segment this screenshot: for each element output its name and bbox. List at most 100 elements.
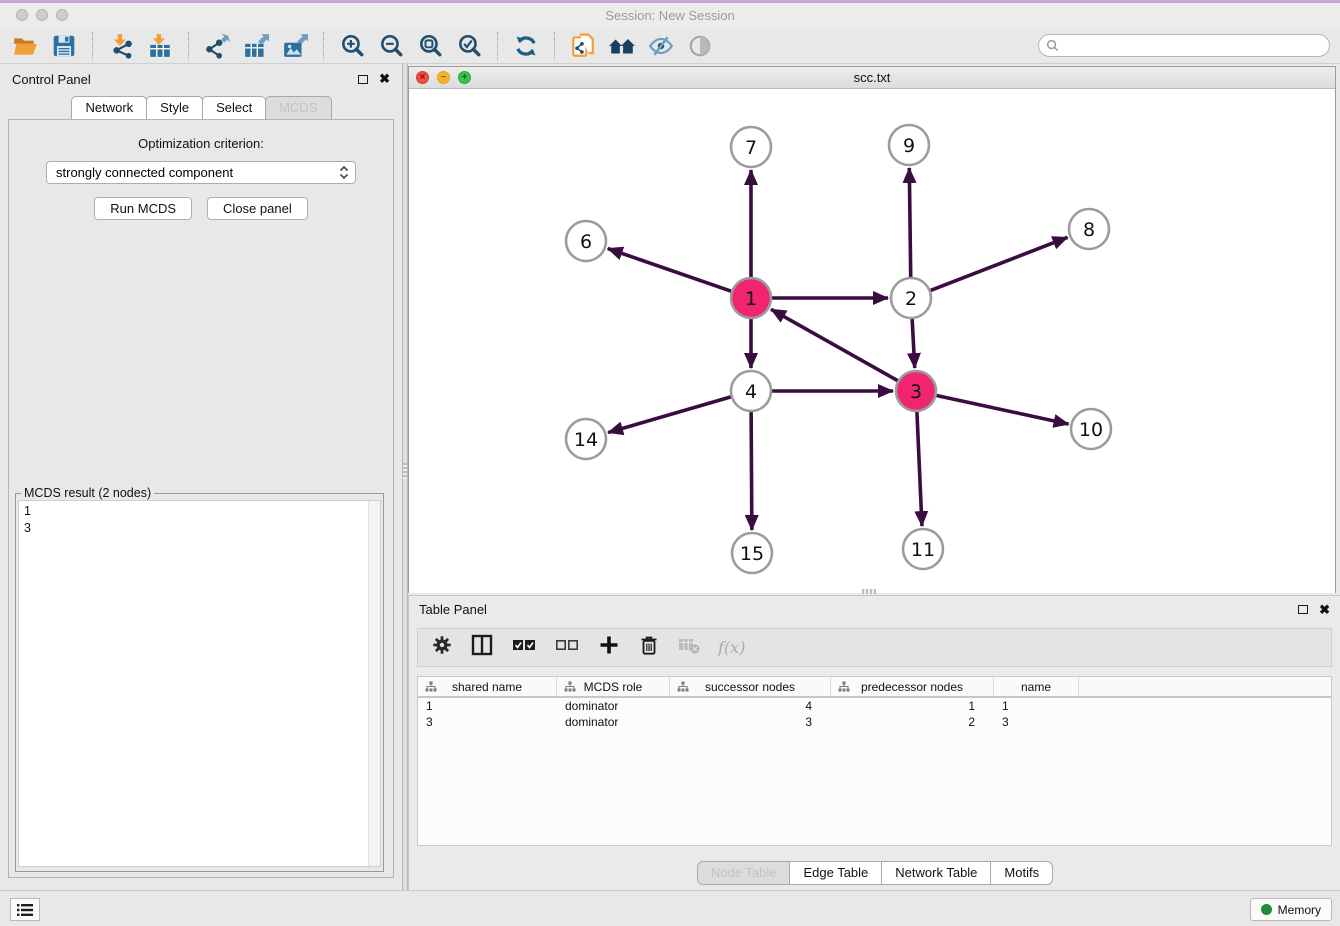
zoom-in-button[interactable]	[337, 31, 367, 61]
edge-4-14[interactable]	[608, 397, 731, 433]
node-6[interactable]: 6	[566, 221, 606, 261]
memory-button[interactable]: Memory	[1250, 898, 1332, 921]
node-7[interactable]: 7	[731, 127, 771, 167]
cell-successor-nodes[interactable]: 3	[670, 715, 831, 729]
close-panel-icon[interactable]: ✖	[1319, 605, 1330, 615]
tab-node-table[interactable]: Node Table	[697, 861, 791, 885]
edge-3-11[interactable]	[917, 412, 922, 526]
zoom-selected-button[interactable]	[454, 31, 484, 61]
node-10[interactable]: 10	[1071, 409, 1111, 449]
network-canvas[interactable]: 1 2 3 4 6 7 8 9 10 11 14 15	[409, 89, 1335, 593]
zoom-out-button[interactable]	[376, 31, 406, 61]
run-mcds-button[interactable]: Run MCDS	[94, 197, 192, 220]
cell-predecessor-nodes[interactable]: 2	[831, 715, 994, 729]
column-header-name[interactable]: name	[994, 677, 1079, 696]
table-settings-button[interactable]	[431, 634, 453, 661]
column-header-successor-nodes[interactable]: successor nodes	[670, 677, 831, 696]
node-2[interactable]: 2	[891, 278, 931, 318]
minimize-window-button[interactable]	[36, 9, 48, 21]
delete-column-button[interactable]	[638, 633, 660, 662]
node-9[interactable]: 9	[889, 125, 929, 165]
show-all-button[interactable]	[685, 31, 715, 61]
network-graph[interactable]: 1 2 3 4 6 7 8 9 10 11 14 15	[409, 89, 1335, 593]
node-14[interactable]: 14	[566, 419, 606, 459]
node-15[interactable]: 15	[732, 533, 772, 573]
optimization-criterion-select[interactable]: strongly connected component	[46, 161, 356, 184]
window-title: Session: New Session	[0, 3, 1340, 28]
deselect-all-rows-button[interactable]	[554, 635, 580, 660]
edge-2-3[interactable]	[912, 319, 915, 368]
import-network-icon	[108, 33, 134, 59]
table-row[interactable]: 1dominator411	[418, 698, 1331, 714]
export-network-button[interactable]	[202, 31, 232, 61]
export-image-button[interactable]	[280, 31, 310, 61]
window-traffic-lights[interactable]	[16, 9, 68, 21]
node-table[interactable]: shared nameMCDS rolesuccessor nodesprede…	[417, 676, 1332, 846]
cell-MCDS-role[interactable]: dominator	[557, 715, 670, 729]
float-panel-icon[interactable]	[358, 75, 368, 84]
cell-shared-name[interactable]: 1	[418, 699, 557, 713]
tab-select[interactable]: Select	[202, 96, 266, 120]
node-4[interactable]: 4	[731, 371, 771, 411]
new-network-from-selection-button[interactable]	[568, 31, 598, 61]
import-network-button[interactable]	[106, 31, 136, 61]
mcds-result-text[interactable]: 1 3	[18, 500, 381, 867]
tab-motifs[interactable]: Motifs	[990, 861, 1053, 885]
float-panel-icon[interactable]	[1298, 605, 1308, 614]
result-scrollbar[interactable]	[368, 501, 380, 866]
node-label: 6	[580, 231, 592, 253]
close-panel-icon[interactable]: ✖	[379, 74, 390, 84]
memory-status-dot	[1261, 904, 1272, 915]
edge-2-8[interactable]	[931, 237, 1068, 290]
zoom-network-button[interactable]: +	[458, 71, 471, 84]
close-window-button[interactable]	[16, 9, 28, 21]
open-file-button[interactable]	[10, 31, 40, 61]
search-input[interactable]	[1064, 39, 1322, 53]
node-11[interactable]: 11	[903, 529, 943, 569]
task-history-button[interactable]	[10, 898, 40, 921]
search-box[interactable]	[1038, 34, 1330, 57]
save-session-button[interactable]	[49, 31, 79, 61]
close-panel-button[interactable]: Close panel	[207, 197, 308, 220]
cell-MCDS-role[interactable]: dominator	[557, 699, 670, 713]
add-column-button[interactable]	[597, 633, 621, 662]
node-1[interactable]: 1	[731, 278, 771, 318]
column-header-MCDS-role[interactable]: MCDS role	[557, 677, 670, 696]
edge-2-9[interactable]	[909, 168, 910, 277]
tab-network-table[interactable]: Network Table	[881, 861, 991, 885]
edge-3-1[interactable]	[771, 309, 898, 380]
table-row[interactable]: 3dominator323	[418, 714, 1331, 730]
hide-selected-button[interactable]	[646, 31, 676, 61]
node-label: 9	[903, 135, 915, 157]
node-8[interactable]: 8	[1069, 209, 1109, 249]
cell-name[interactable]: 1	[994, 699, 1079, 713]
node-3[interactable]: 3	[896, 371, 936, 411]
splitter-grip[interactable]	[403, 463, 407, 479]
tab-mcds[interactable]: MCDS	[265, 96, 331, 120]
export-table-button[interactable]	[241, 31, 271, 61]
window-titlebar: Session: New Session	[0, 3, 1340, 28]
cell-predecessor-nodes[interactable]: 1	[831, 699, 994, 713]
edge-3-10[interactable]	[937, 395, 1069, 424]
cell-name[interactable]: 3	[994, 715, 1079, 729]
select-all-rows-button[interactable]	[511, 635, 537, 660]
minimize-network-button[interactable]: −	[437, 71, 450, 84]
close-network-button[interactable]: ×	[416, 71, 429, 84]
cell-shared-name[interactable]: 3	[418, 715, 557, 729]
import-table-button[interactable]	[145, 31, 175, 61]
tab-style[interactable]: Style	[146, 96, 203, 120]
edge-4-15[interactable]	[751, 412, 752, 530]
cell-successor-nodes[interactable]: 4	[670, 699, 831, 713]
first-neighbors-button[interactable]	[607, 31, 637, 61]
edge-1-6[interactable]	[608, 249, 731, 292]
column-header-predecessor-nodes[interactable]: predecessor nodes	[831, 677, 994, 696]
network-window-titlebar[interactable]: × − + scc.txt	[409, 67, 1335, 89]
horizontal-splitter-grip[interactable]	[862, 589, 876, 594]
maximize-window-button[interactable]	[56, 9, 68, 21]
refresh-layout-button[interactable]	[511, 31, 541, 61]
tab-network[interactable]: Network	[71, 96, 147, 120]
column-header-shared-name[interactable]: shared name	[418, 677, 557, 696]
zoom-fit-button[interactable]	[415, 31, 445, 61]
column-browser-button[interactable]	[470, 633, 494, 662]
tab-edge-table[interactable]: Edge Table	[789, 861, 882, 885]
